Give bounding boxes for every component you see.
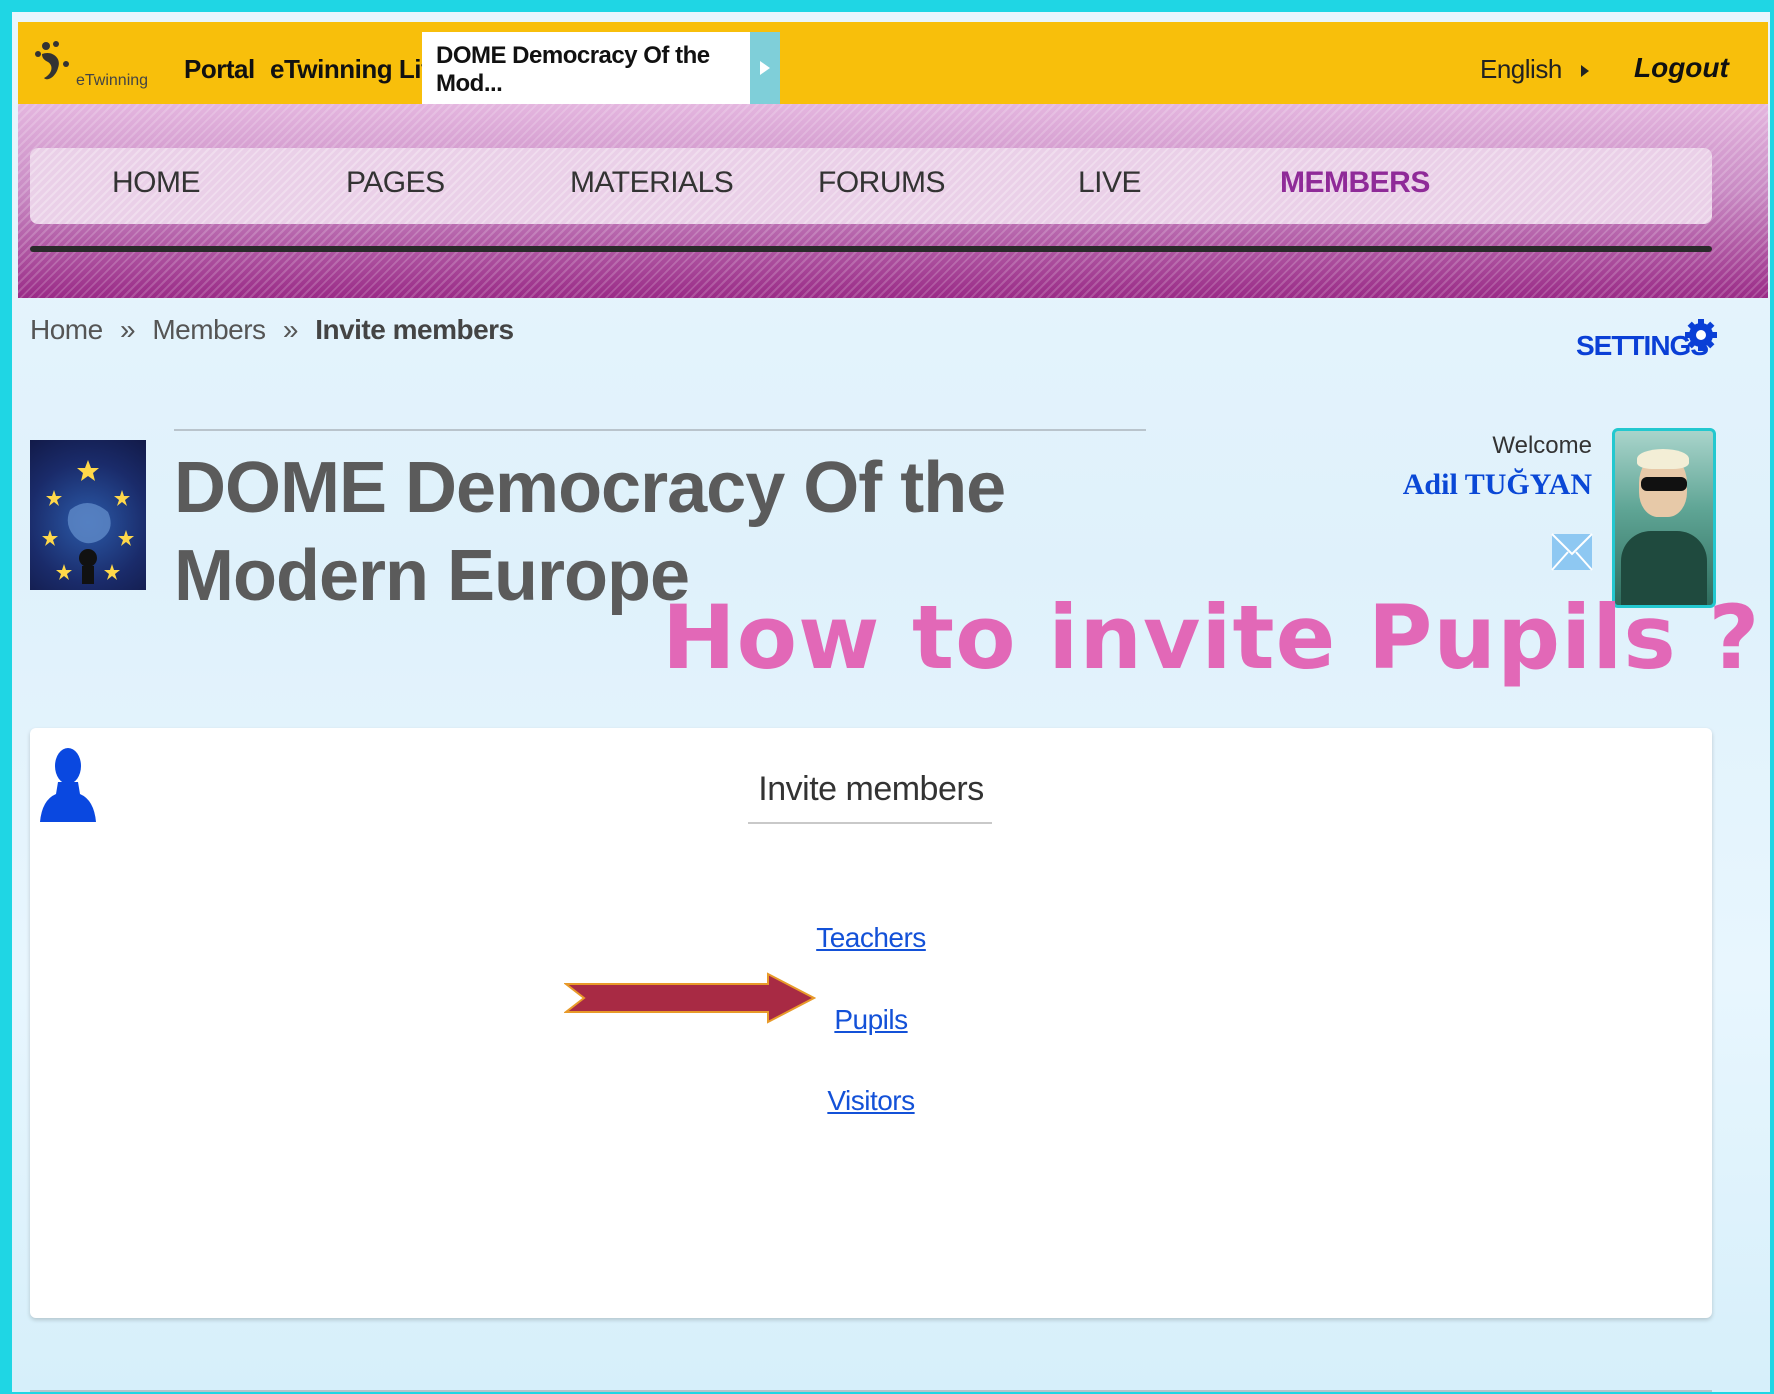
play-arrow-icon: [760, 61, 770, 75]
nav-members[interactable]: MEMBERS: [1280, 166, 1430, 200]
active-project-tab[interactable]: DOME Democracy Of the Mod...: [422, 32, 750, 104]
panel-title: Invite members: [758, 770, 984, 808]
nav-divider: [30, 246, 1712, 252]
nav-forums[interactable]: FORUMS: [818, 166, 946, 200]
footer-divider: [30, 1390, 1712, 1392]
language-selector[interactable]: English: [1480, 54, 1591, 85]
chevron-right-icon: [1580, 65, 1589, 78]
nav-materials[interactable]: MATERIALS: [570, 166, 734, 200]
gear-icon[interactable]: [1684, 318, 1718, 352]
breadcrumb-separator: »: [119, 314, 136, 345]
breadcrumb-separator: »: [282, 314, 299, 345]
welcome-label: Welcome: [1492, 432, 1592, 459]
breadcrumb-current: Invite members: [315, 314, 514, 345]
project-logo-image: [42, 460, 134, 584]
invite-members-panel: Invite members Teachers Pupils Visitors: [30, 728, 1712, 1318]
panel-title-underline: [748, 822, 992, 824]
header-band: HOME PAGES MATERIALS FORUMS LIVE MEMBERS: [18, 104, 1768, 298]
avatar-glasses: [1641, 477, 1687, 491]
top-bar: eTwinning Portal eTwinning Live DOME Dem…: [18, 22, 1768, 104]
main-nav: HOME PAGES MATERIALS FORUMS LIVE MEMBERS: [30, 148, 1712, 224]
logo-text: eTwinning: [76, 72, 149, 89]
title-top-rule: [174, 429, 1146, 431]
arrow-pointer-icon: [564, 972, 816, 1024]
invite-teachers-link: Teachers: [30, 922, 1712, 954]
breadcrumb-members[interactable]: Members: [152, 314, 266, 345]
language-label: English: [1480, 54, 1562, 84]
active-tab-title: DOME Democracy Of the Mod...: [436, 42, 710, 97]
etwinning-logo-icon: [35, 41, 69, 80]
app-frame: eTwinning Portal eTwinning Live DOME Dem…: [12, 12, 1770, 1392]
tutorial-annotation: How to invite Pupils ?: [662, 586, 1761, 689]
invite-visitors-link: Visitors: [30, 1085, 1712, 1117]
nav-pages[interactable]: PAGES: [346, 166, 445, 200]
project-logo: [30, 440, 146, 590]
avatar-hair: [1637, 449, 1689, 469]
nav-home[interactable]: HOME: [112, 166, 201, 200]
invite-teachers-link-text[interactable]: Teachers: [816, 922, 926, 953]
portal-link[interactable]: Portal: [184, 54, 255, 85]
breadcrumb: Home » Members » Invite members: [30, 314, 524, 346]
invite-pupils-link: Pupils: [30, 1004, 1712, 1036]
invite-visitors-link-text[interactable]: Visitors: [827, 1085, 915, 1116]
nav-live[interactable]: LIVE: [1078, 166, 1142, 200]
etwinning-logo[interactable]: eTwinning: [32, 38, 148, 92]
logout-link[interactable]: Logout: [1634, 52, 1729, 84]
avatar[interactable]: [1612, 428, 1716, 608]
tab-scroll-button[interactable]: [750, 32, 780, 104]
breadcrumb-home[interactable]: Home: [30, 314, 103, 345]
invite-pupils-link-text[interactable]: Pupils: [834, 1004, 908, 1035]
user-name[interactable]: Adil TUĞYAN: [1372, 468, 1592, 502]
mail-icon[interactable]: [1550, 530, 1594, 574]
